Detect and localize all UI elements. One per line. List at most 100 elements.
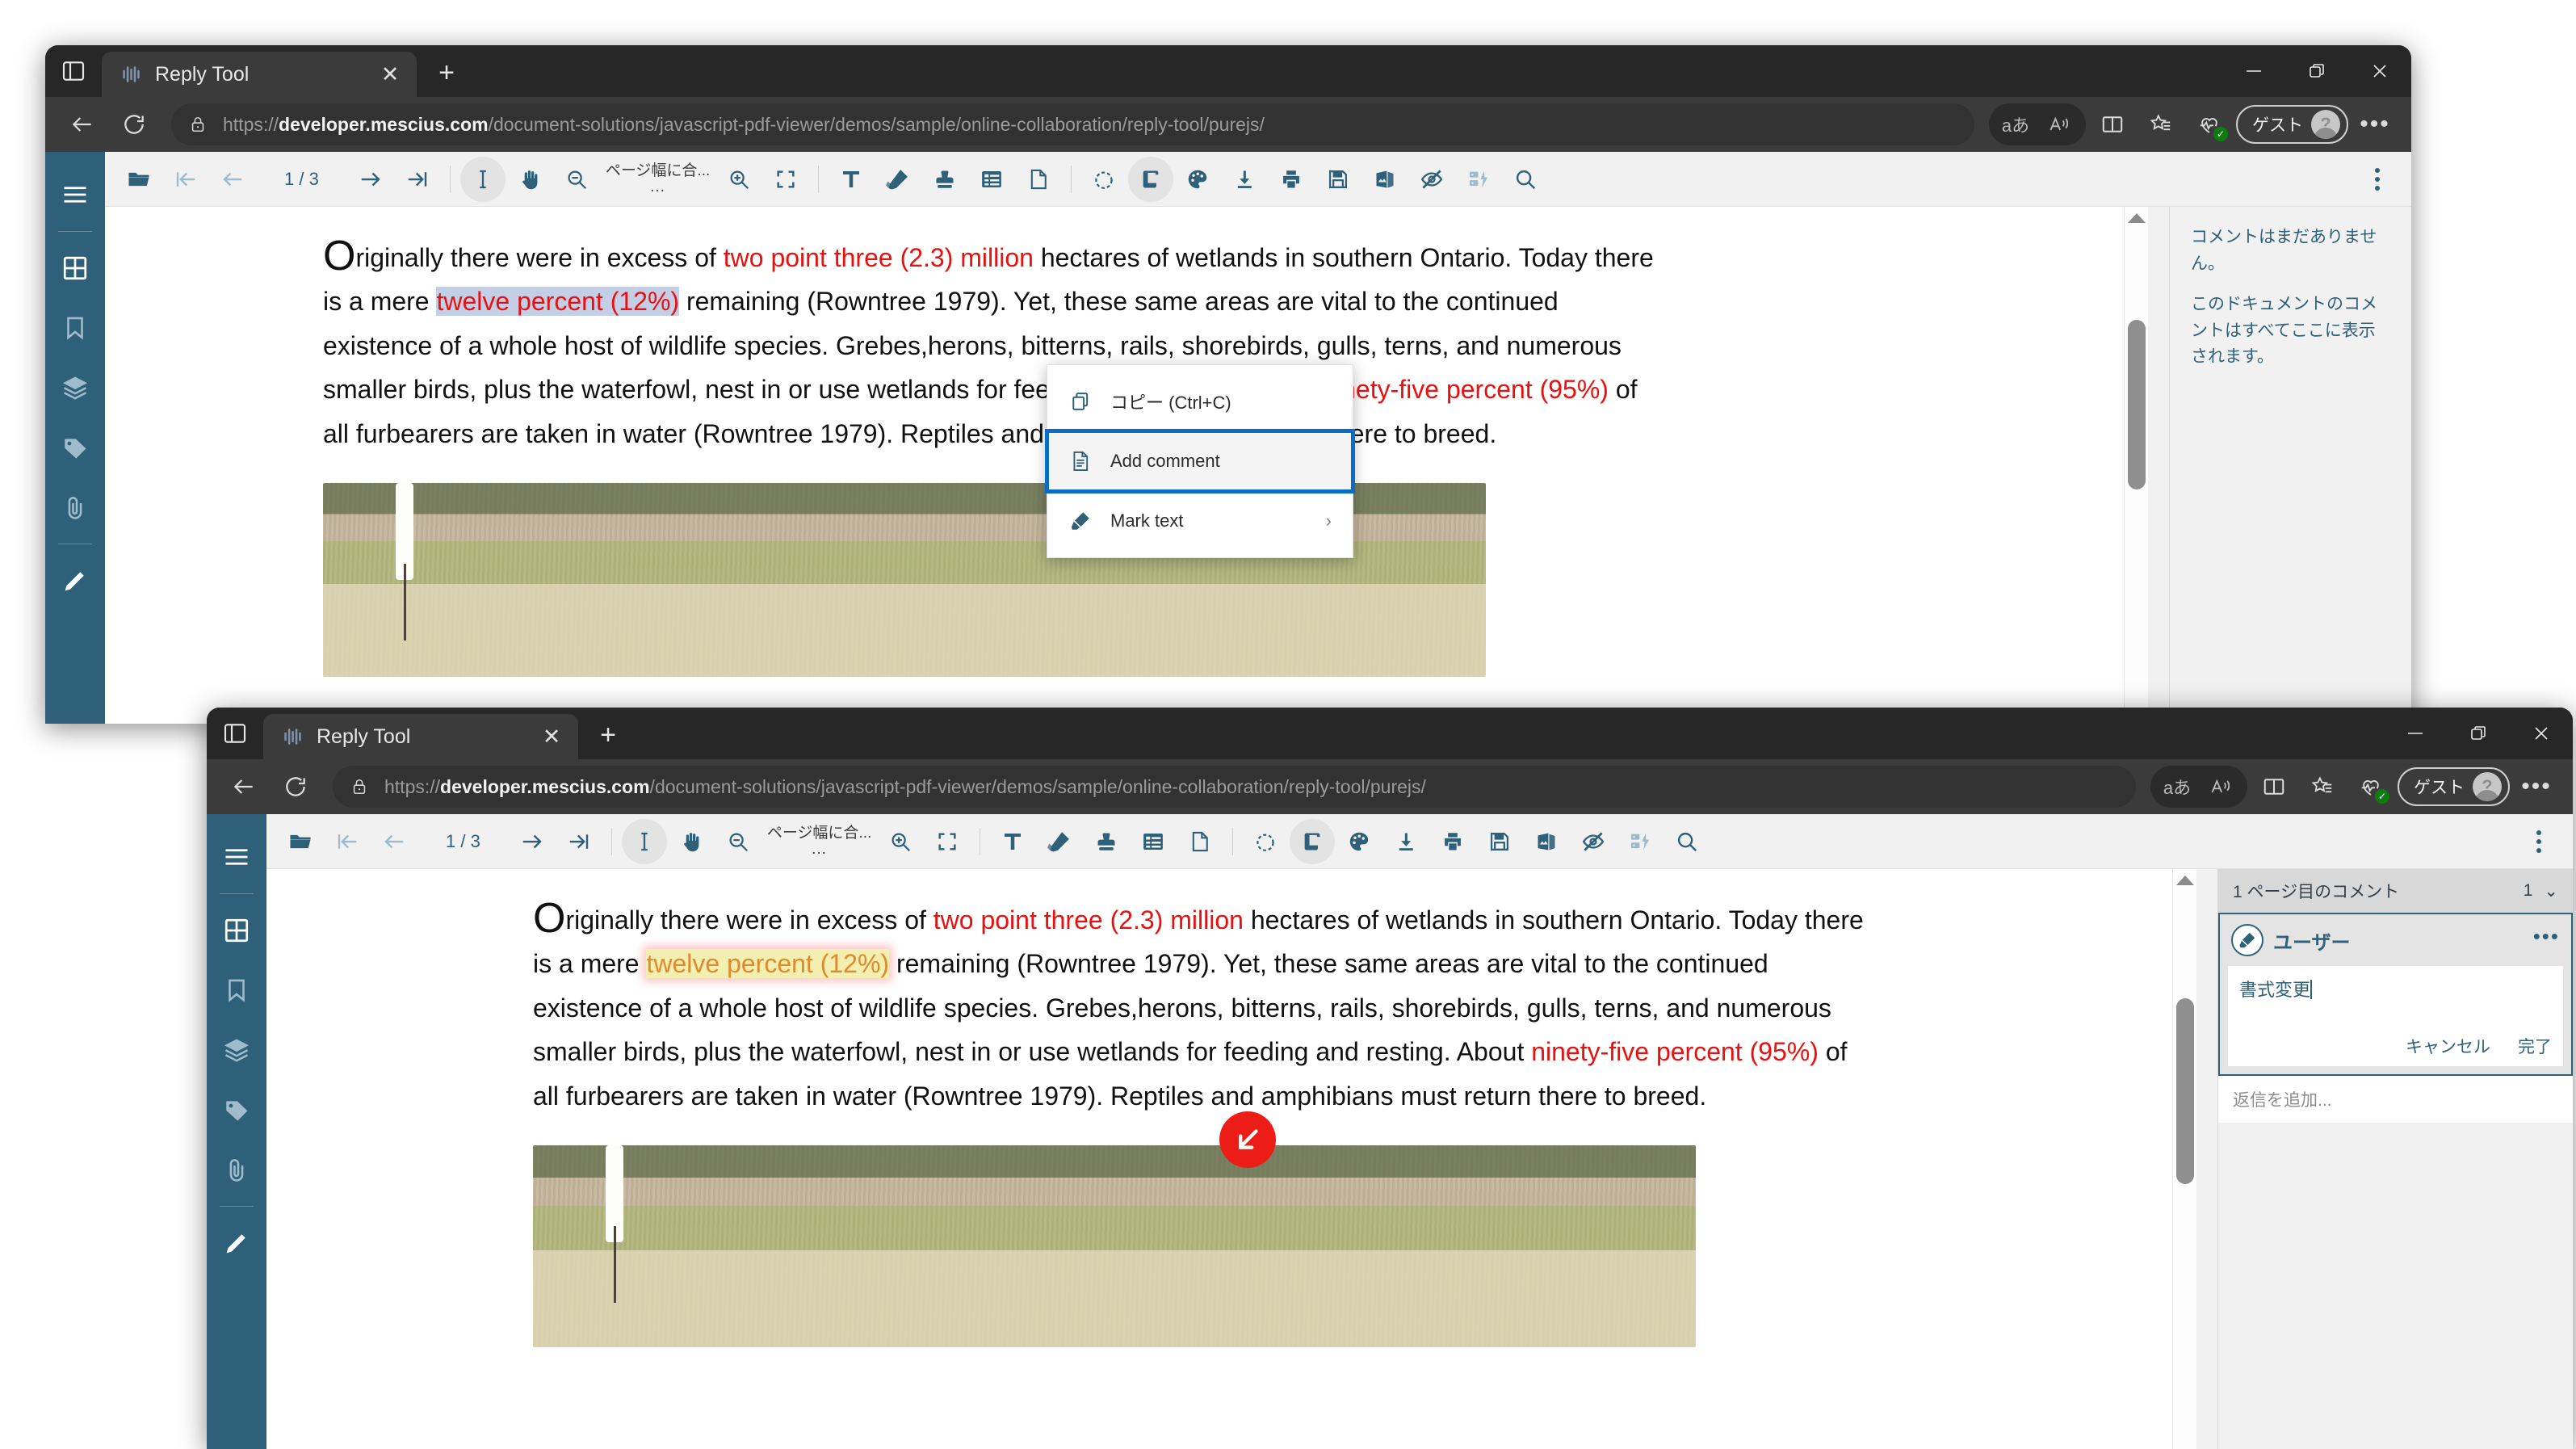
open-file-icon[interactable] — [278, 819, 323, 864]
back-arrow-icon[interactable] — [221, 764, 266, 809]
fullscreen-icon[interactable] — [763, 157, 808, 202]
pan-tool-icon[interactable] — [669, 819, 714, 864]
open-file-icon[interactable] — [116, 157, 162, 202]
comment-more-options-icon[interactable]: ••• — [2533, 926, 2560, 947]
restore-icon[interactable] — [2285, 45, 2348, 97]
text-select-icon[interactable] — [459, 156, 506, 202]
sidebar-item-tags[interactable] — [207, 1080, 266, 1140]
search-icon[interactable] — [1503, 157, 1548, 202]
more-options-icon[interactable] — [2516, 819, 2561, 864]
doc-selected-text[interactable]: twelve percent (12%) — [436, 287, 680, 317]
read-aloud-icon[interactable] — [2199, 765, 2242, 808]
zoom-in-icon[interactable] — [716, 157, 761, 202]
scrollbar-thumb[interactable] — [2176, 998, 2194, 1184]
form-fields-icon[interactable] — [1131, 819, 1176, 864]
sidebar-item-edit[interactable] — [207, 1213, 266, 1273]
reload-icon[interactable] — [273, 764, 318, 809]
theme-icon[interactable] — [1336, 819, 1382, 864]
new-tab-icon[interactable]: + — [586, 713, 630, 757]
next-page-icon[interactable] — [348, 157, 393, 202]
next-page-icon[interactable] — [510, 819, 555, 864]
text-select-icon[interactable] — [621, 818, 667, 864]
document-scrollbar-back[interactable] — [2124, 207, 2148, 724]
page-tools-icon[interactable] — [1177, 819, 1223, 864]
restore-icon[interactable] — [2447, 708, 2510, 759]
split-view-icon[interactable] — [1617, 819, 1663, 864]
done-button[interactable]: 完了 — [2518, 1034, 2552, 1058]
window-close-icon[interactable] — [2348, 45, 2411, 97]
more-options-icon[interactable]: ••• — [2353, 103, 2397, 146]
document-pane-front[interactable]: Originally there were in excess of two p… — [266, 869, 2172, 1449]
hide-annotations-icon[interactable] — [1409, 157, 1454, 202]
sidebar-item-tags[interactable] — [45, 418, 105, 477]
sidebar-item-attachments[interactable] — [207, 1140, 266, 1199]
print-icon[interactable] — [1269, 157, 1314, 202]
sidebar-item-menu[interactable] — [207, 827, 266, 887]
window-close-icon[interactable] — [2510, 708, 2573, 759]
sidebar-item-thumbnails[interactable] — [45, 238, 105, 298]
stamp-icon[interactable] — [1084, 819, 1129, 864]
sidebar-item-attachments[interactable] — [45, 477, 105, 537]
zoom-out-icon[interactable] — [715, 819, 761, 864]
download-icon[interactable] — [1383, 819, 1429, 864]
sidebar-item-thumbnails[interactable] — [207, 901, 266, 960]
doc-highlighted-text[interactable]: twelve percent (12%) — [646, 949, 890, 979]
context-menu-item-mark-text[interactable]: Mark text › — [1047, 491, 1353, 551]
split-view-icon[interactable] — [1456, 157, 1501, 202]
zoom-level-selector[interactable]: ページ幅に合... ... — [762, 825, 876, 858]
export-image-icon[interactable] — [1524, 819, 1569, 864]
save-icon[interactable] — [1477, 819, 1522, 864]
page-tools-icon[interactable] — [1016, 157, 1061, 202]
document-scrollbar-front[interactable] — [2172, 869, 2196, 1449]
tab-search-icon[interactable] — [207, 708, 263, 759]
add-text-icon[interactable] — [990, 819, 1035, 864]
browser-essentials-icon[interactable]: ✓ — [2188, 103, 2231, 146]
comments-page-header[interactable]: 1 ページ目のコメント 1 ⌄ — [2218, 869, 2573, 913]
profile-button[interactable]: ゲスト ? — [2398, 767, 2510, 806]
scroll-up-arrow-icon[interactable] — [2127, 213, 2146, 223]
address-bar[interactable]: https://developer.mescius.com/document-s… — [171, 103, 1974, 145]
scroll-mode-icon[interactable] — [1128, 156, 1174, 202]
pan-tool-icon[interactable] — [507, 157, 552, 202]
hide-annotations-icon[interactable] — [1571, 819, 1616, 864]
sidebar-item-edit[interactable] — [45, 551, 105, 611]
profile-button[interactable]: ゲスト ? — [2236, 105, 2348, 144]
theme-icon[interactable] — [1175, 157, 1220, 202]
back-arrow-icon[interactable] — [60, 102, 105, 147]
scrollbar-thumb[interactable] — [2128, 320, 2146, 489]
chevron-down-icon[interactable]: ⌄ — [2544, 881, 2558, 901]
read-aloud-icon[interactable] — [2037, 103, 2081, 146]
split-screen-icon[interactable] — [2252, 765, 2296, 808]
form-fields-icon[interactable] — [969, 157, 1014, 202]
comment-editor[interactable]: 書式変更 キャンセル 完了 — [2228, 966, 2563, 1066]
download-icon[interactable] — [1222, 157, 1267, 202]
sidebar-item-menu[interactable] — [45, 165, 105, 225]
translate-icon[interactable]: aあ — [1994, 103, 2037, 146]
minimize-icon[interactable] — [2384, 708, 2447, 759]
zoom-in-icon[interactable] — [878, 819, 923, 864]
print-icon[interactable] — [1430, 819, 1475, 864]
context-menu-item-add-comment[interactable]: Add comment — [1045, 429, 1355, 494]
translate-icon[interactable]: aあ — [2155, 765, 2199, 808]
address-bar[interactable]: https://developer.mescius.com/document-s… — [333, 766, 2136, 808]
fullscreen-icon[interactable] — [925, 819, 970, 864]
context-menu-item-copy[interactable]: コピー (Ctrl+C) — [1047, 372, 1353, 431]
sidebar-item-layers[interactable] — [207, 1020, 266, 1080]
add-text-icon[interactable] — [829, 157, 874, 202]
annotate-icon[interactable] — [875, 157, 921, 202]
split-screen-icon[interactable] — [2091, 103, 2134, 146]
cancel-button[interactable]: キャンセル — [2406, 1034, 2490, 1058]
close-icon[interactable]: ✕ — [375, 59, 405, 90]
reload-icon[interactable] — [111, 102, 157, 147]
last-page-icon[interactable] — [395, 157, 440, 202]
zoom-out-icon[interactable] — [554, 157, 599, 202]
browser-essentials-icon[interactable]: ✓ — [2349, 765, 2393, 808]
more-options-icon[interactable]: ••• — [2515, 765, 2558, 808]
comment-card[interactable]: ユーザー ••• 書式変更 キャンセル 完了 — [2218, 913, 2573, 1076]
previous-page-icon[interactable] — [210, 157, 255, 202]
more-options-icon[interactable] — [2355, 157, 2400, 202]
context-menu[interactable]: コピー (Ctrl+C) Add comment Mark text › — [1045, 364, 1355, 558]
close-icon[interactable]: ✕ — [536, 721, 567, 752]
sidebar-item-bookmarks[interactable] — [207, 960, 266, 1020]
previous-page-icon[interactable] — [371, 819, 417, 864]
